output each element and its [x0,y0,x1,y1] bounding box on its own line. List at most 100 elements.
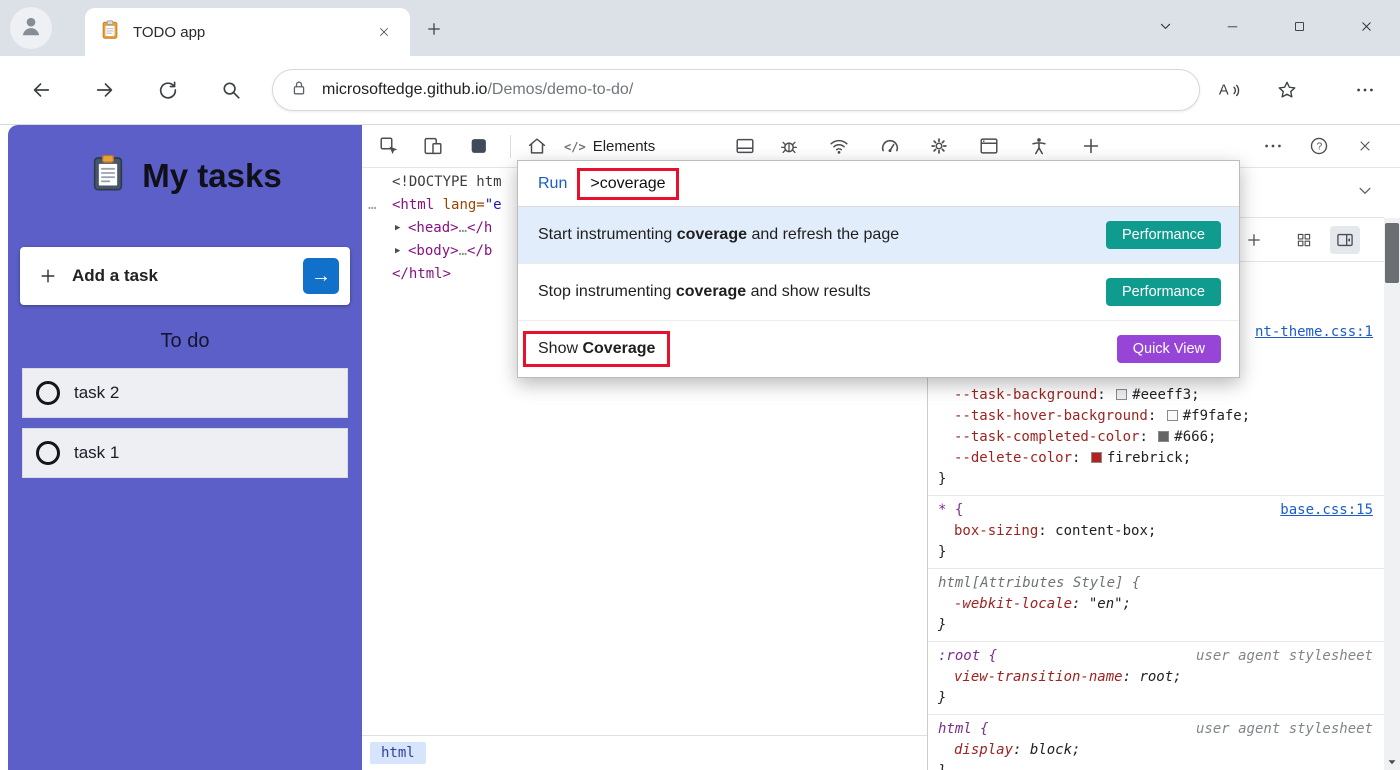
command-query-input[interactable]: >coverage [577,168,678,200]
task-checkbox-icon[interactable] [36,441,60,465]
task-list: task 2 task 1 [22,368,348,478]
welcome-tab-icon[interactable] [522,131,552,161]
color-swatch-icon[interactable] [1116,389,1127,400]
command-result-row[interactable]: Show Coverage Quick View [518,321,1239,377]
issues-bug-icon[interactable] [774,131,804,161]
new-style-rule-icon[interactable] [1240,226,1268,254]
stylesheet-origin-label: user agent stylesheet [1196,719,1373,740]
css-declaration[interactable]: --task-background: #eeeff3; [938,385,1375,406]
browser-titlebar: TODO app [0,0,1400,56]
color-swatch-icon[interactable] [1158,431,1169,442]
browser-navbar: microsoftedge.github.io/Demos/demo-to-do… [0,56,1400,125]
back-button[interactable] [20,69,62,111]
command-result-row[interactable]: Stop instrumenting coverage and show res… [518,264,1239,321]
add-task-label: Add a task [72,266,158,286]
expand-arrow-icon[interactable]: ▶ [395,240,400,263]
lock-icon[interactable] [289,78,309,103]
more-tabs-chevron-icon[interactable] [1356,182,1374,205]
todo-list-heading: To do [8,330,362,353]
styles-scrollbar[interactable] [1384,218,1400,770]
computed-sidebar-toggle-icon[interactable] [1330,226,1360,254]
annotated-command-text: Show Coverage [523,331,670,367]
scrollbar-down-arrow-icon[interactable] [1386,756,1398,768]
search-button[interactable] [210,69,252,111]
device-emulation-icon[interactable] [418,131,448,161]
window-minimize-button[interactable] [1209,8,1255,44]
css-declaration[interactable]: box-sizing: content-box; [938,521,1375,542]
css-selector: html { [938,721,989,737]
browser-tab[interactable]: TODO app [85,8,410,56]
clipboard-icon [88,153,128,198]
add-task-input[interactable]: Add a task → [20,247,350,305]
refresh-button[interactable] [147,69,189,111]
window-maximize-button[interactable] [1276,8,1322,44]
address-bar[interactable]: microsoftedge.github.io/Demos/demo-to-do… [272,69,1200,111]
css-declaration[interactable]: --delete-color: firebrick; [938,448,1375,469]
css-rule[interactable]: html { user agent stylesheetdisplay: bloc… [928,715,1385,770]
toolbar-separator [510,135,511,158]
css-selector: * { [938,502,963,518]
focus-tools-icon[interactable] [464,131,494,161]
tab-title: TODO app [133,24,205,41]
inspect-element-icon[interactable] [374,131,404,161]
command-result-row[interactable]: Start instrumenting coverage and refresh… [518,207,1239,264]
command-menu-header: Run >coverage [518,161,1239,207]
command-category-badge: Performance [1106,221,1221,249]
elements-tab-label: Elements [593,138,656,155]
stylesheet-origin-label: user agent stylesheet [1196,646,1373,667]
new-tab-button[interactable] [419,14,449,44]
console-panel-icon[interactable] [730,131,760,161]
command-text: Start instrumenting coverage and refresh… [538,226,899,244]
help-icon[interactable]: ? [1304,131,1334,161]
url-path: /Demos/demo-to-do/ [487,81,633,98]
css-declaration[interactable]: display: block; [938,740,1375,761]
task-item[interactable]: task 2 [22,368,348,418]
task-item[interactable]: task 1 [22,428,348,478]
performance-icon[interactable] [875,131,905,161]
css-rule[interactable]: html[Attributes Style] { -webkit-locale: … [928,569,1385,642]
elements-breadcrumb-bar: html [362,735,927,770]
browser-menu-icon[interactable] [1344,69,1386,111]
devtools-close-icon[interactable] [1350,131,1380,161]
tab-favicon-icon [99,19,121,46]
read-aloud-icon[interactable]: A [1208,69,1250,111]
task-checkbox-icon[interactable] [36,381,60,405]
devtools-menu-icon[interactable] [1258,131,1288,161]
more-tools-plus-icon[interactable] [1076,131,1106,161]
css-declaration[interactable]: -webkit-locale: "en"; [938,594,1375,615]
command-menu-overlay: Run >coverage Start instrumenting covera… [517,160,1240,378]
application-icon[interactable] [974,131,1004,161]
favorites-star-icon[interactable] [1266,69,1308,111]
network-icon[interactable] [824,131,854,161]
profile-avatar[interactable] [10,7,52,49]
forward-button[interactable] [84,69,126,111]
breadcrumb-item-html[interactable]: html [370,742,426,764]
color-swatch-icon[interactable] [1091,452,1102,463]
settings-gear-icon[interactable] [924,131,954,161]
add-task-submit-button[interactable]: → [303,258,339,294]
accessibility-icon[interactable] [1024,131,1054,161]
tab-close-icon[interactable] [372,20,396,44]
css-rule[interactable]: * {base.css:15box-sizing: content-box;} [928,496,1385,569]
color-swatch-icon[interactable] [1167,410,1178,421]
css-file-link[interactable]: nt-theme.css:1 [1255,322,1373,343]
url-host: microsoftedge.github.io [322,81,487,98]
command-text: Stop instrumenting coverage and show res… [538,283,871,301]
css-file-link[interactable]: base.css:15 [1280,500,1373,521]
element-states-icon[interactable] [1290,226,1318,254]
command-results-list: Start instrumenting coverage and refresh… [518,207,1239,377]
scrollbar-thumb[interactable] [1385,223,1399,283]
css-declaration[interactable]: --task-hover-background: #f9fafe; [938,406,1375,427]
css-rule[interactable]: :root {user agent stylesheetview-transit… [928,642,1385,715]
css-declaration[interactable]: --task-completed-color: #666; [938,427,1375,448]
task-label: task 1 [74,443,119,463]
expand-arrow-icon[interactable]: ▶ [395,217,400,240]
add-plus-icon [38,266,58,286]
tab-search-chevron-icon[interactable] [1142,8,1188,44]
overflow-dots-icon: … [368,194,377,217]
command-category-badge: Quick View [1117,335,1221,363]
css-selector: html[Attributes Style] { [938,575,1140,591]
url-text: microsoftedge.github.io/Demos/demo-to-do… [322,81,633,99]
css-declaration[interactable]: view-transition-name: root; [938,667,1375,688]
window-close-button[interactable] [1343,8,1389,44]
